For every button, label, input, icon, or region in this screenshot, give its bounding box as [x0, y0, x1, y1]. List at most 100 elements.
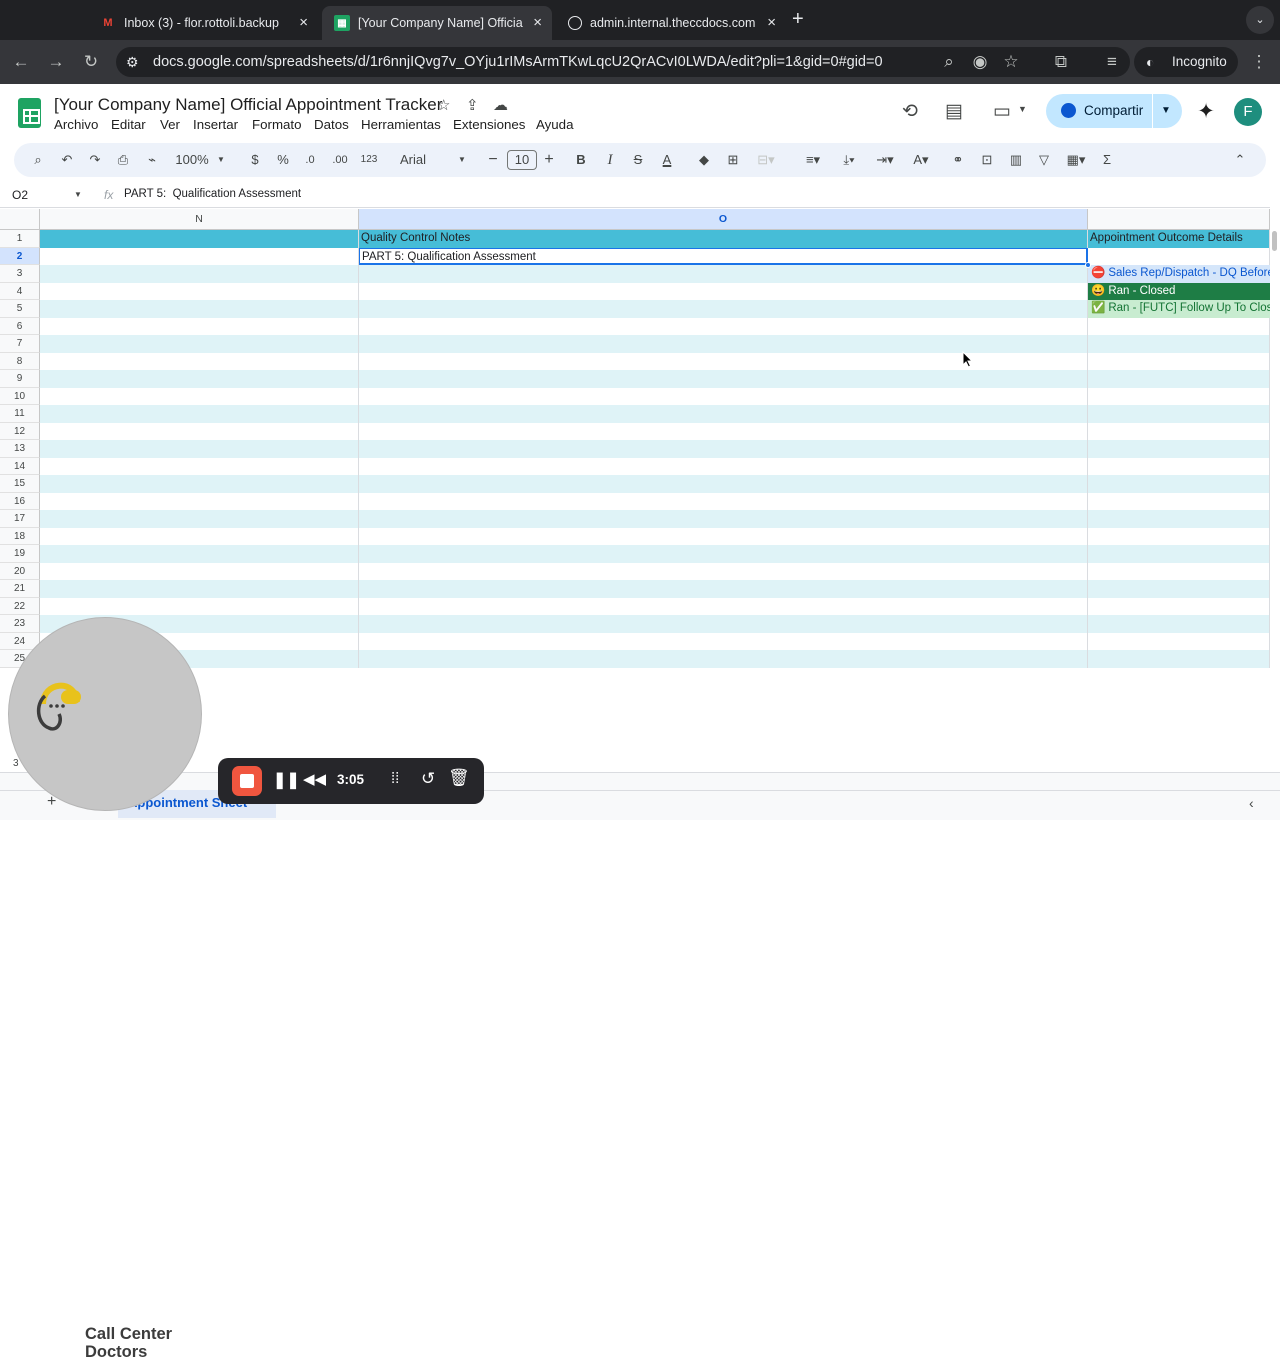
row-number[interactable]: 18: [0, 527, 40, 545]
cell-o[interactable]: [359, 440, 1088, 458]
row-number[interactable]: 16: [0, 492, 40, 510]
cell-n[interactable]: [40, 300, 359, 318]
row-number[interactable]: 19: [0, 545, 40, 563]
table-row[interactable]: 20: [0, 562, 1270, 580]
cell-n[interactable]: [40, 265, 359, 283]
chevron-left-icon[interactable]: ‹: [1249, 795, 1254, 811]
row-number[interactable]: 12: [0, 422, 40, 440]
bookmark-star-icon[interactable]: ☆: [1000, 52, 1022, 72]
row-number[interactable]: 1: [0, 230, 40, 248]
table-row[interactable]: 5 ✅ Ran - [FUTC] Follow Up To Close: [0, 300, 1270, 318]
cell-o[interactable]: [359, 650, 1088, 668]
chrome-menu-icon[interactable]: ⋮: [1248, 52, 1270, 72]
restart-icon[interactable]: ↺: [421, 769, 435, 789]
cell-p[interactable]: [1088, 247, 1270, 265]
table-row[interactable]: 8: [0, 352, 1270, 370]
star-icon[interactable]: ☆: [437, 96, 450, 114]
row-number[interactable]: 8: [0, 352, 40, 370]
filter-views-icon[interactable]: ▦▾: [1062, 151, 1090, 169]
cell-o[interactable]: [359, 422, 1088, 440]
currency-button[interactable]: $: [249, 151, 261, 169]
cell-n[interactable]: [40, 545, 359, 563]
horizontal-scrollbar[interactable]: [0, 772, 1280, 790]
cell-p[interactable]: [1088, 422, 1270, 440]
cell-p[interactable]: [1088, 405, 1270, 423]
cell-n[interactable]: [40, 317, 359, 335]
cell-o[interactable]: [359, 300, 1088, 318]
cell-n[interactable]: [40, 562, 359, 580]
table-row[interactable]: 4 😀 Ran - Closed: [0, 282, 1270, 300]
select-all-corner[interactable]: [0, 209, 40, 230]
trash-icon[interactable]: 🗑: [448, 768, 470, 788]
vertical-align-icon[interactable]: ⤓▾: [835, 151, 863, 169]
row-number[interactable]: 3: [0, 265, 40, 283]
table-row[interactable]: 13: [0, 440, 1270, 458]
formula-input[interactable]: PART 5: Qualification Assessment: [124, 188, 301, 200]
cell-n[interactable]: [40, 510, 359, 528]
insert-comment-icon[interactable]: ⊡: [979, 151, 995, 169]
font-size-decrease-button[interactable]: −: [487, 151, 499, 169]
cell-o[interactable]: [359, 335, 1088, 353]
cell-p[interactable]: [1088, 317, 1270, 335]
cell-n[interactable]: [40, 370, 359, 388]
row-number[interactable]: 20: [0, 562, 40, 580]
tab-admin[interactable]: admin.internal.theccdocs.com ×: [556, 6, 786, 40]
merge-cells-icon[interactable]: ⊟▾: [754, 151, 778, 169]
cell-n[interactable]: [40, 457, 359, 475]
outcome-chip[interactable]: 😀 Ran - Closed: [1088, 282, 1270, 300]
menu-editar[interactable]: Editar: [111, 117, 146, 132]
cell-o[interactable]: [359, 632, 1088, 650]
undo-icon[interactable]: ↶: [59, 151, 75, 169]
cell-p[interactable]: [1088, 615, 1270, 633]
rewind-icon[interactable]: ◀◀: [303, 770, 326, 788]
tab-search-chevron-icon[interactable]: ⌄: [1246, 6, 1274, 34]
font-size-input[interactable]: 10: [507, 150, 537, 170]
cell-n[interactable]: [40, 440, 359, 458]
row-number[interactable]: 22: [0, 597, 40, 615]
cell-o[interactable]: [359, 510, 1088, 528]
cell-o[interactable]: [359, 405, 1088, 423]
sheets-logo-icon[interactable]: [18, 98, 41, 128]
cloud-saved-icon[interactable]: ☁: [493, 96, 508, 114]
cell-o[interactable]: [359, 265, 1088, 283]
cell-p[interactable]: [1088, 475, 1270, 493]
cell-o[interactable]: [359, 580, 1088, 598]
column-header-p[interactable]: [1088, 209, 1270, 230]
menu-datos[interactable]: Datos: [314, 117, 349, 132]
media-icon[interactable]: ≡: [1101, 52, 1123, 72]
close-icon[interactable]: ×: [533, 14, 542, 31]
cell-p[interactable]: [1088, 457, 1270, 475]
column-header-o[interactable]: O: [359, 209, 1088, 230]
table-row[interactable]: 14: [0, 457, 1270, 475]
new-tab-button[interactable]: +: [792, 8, 804, 31]
table-row[interactable]: 12: [0, 422, 1270, 440]
cell-p[interactable]: [1088, 335, 1270, 353]
gemini-sparkle-icon[interactable]: ✦: [1194, 99, 1218, 124]
reload-icon[interactable]: ↻: [80, 52, 102, 72]
cell-n[interactable]: [40, 247, 359, 265]
table-row[interactable]: 3 ⛔Sales Rep/Dispatch - DQ Before Appoint…: [0, 265, 1270, 283]
cell-o[interactable]: [359, 352, 1088, 370]
insert-chart-icon[interactable]: ▥: [1008, 151, 1024, 169]
table-row[interactable]: 25: [0, 650, 1270, 668]
eye-off-icon[interactable]: ◉: [969, 52, 991, 72]
menu-formato[interactable]: Formato: [252, 117, 302, 132]
cell-n[interactable]: [40, 387, 359, 405]
borders-icon[interactable]: ⊞: [725, 151, 741, 169]
functions-button[interactable]: Σ: [1100, 151, 1114, 169]
row-number[interactable]: 14: [0, 457, 40, 475]
cell-o[interactable]: [359, 317, 1088, 335]
row-number[interactable]: 15: [0, 475, 40, 493]
cell-p[interactable]: [1088, 632, 1270, 650]
text-wrap-icon[interactable]: ⇥▾: [871, 151, 899, 169]
cell-p[interactable]: [1088, 352, 1270, 370]
decrease-decimal-button[interactable]: .0: [302, 151, 318, 169]
share-button[interactable]: Compartir ▼: [1046, 94, 1182, 128]
meet-icon[interactable]: ▭: [990, 100, 1014, 123]
font-select[interactable]: Arial: [400, 151, 440, 169]
avatar[interactable]: F: [1234, 98, 1262, 126]
table-row[interactable]: 10: [0, 387, 1270, 405]
row-number[interactable]: 11: [0, 405, 40, 423]
close-icon[interactable]: ×: [299, 14, 308, 31]
cell-n[interactable]: [40, 335, 359, 353]
